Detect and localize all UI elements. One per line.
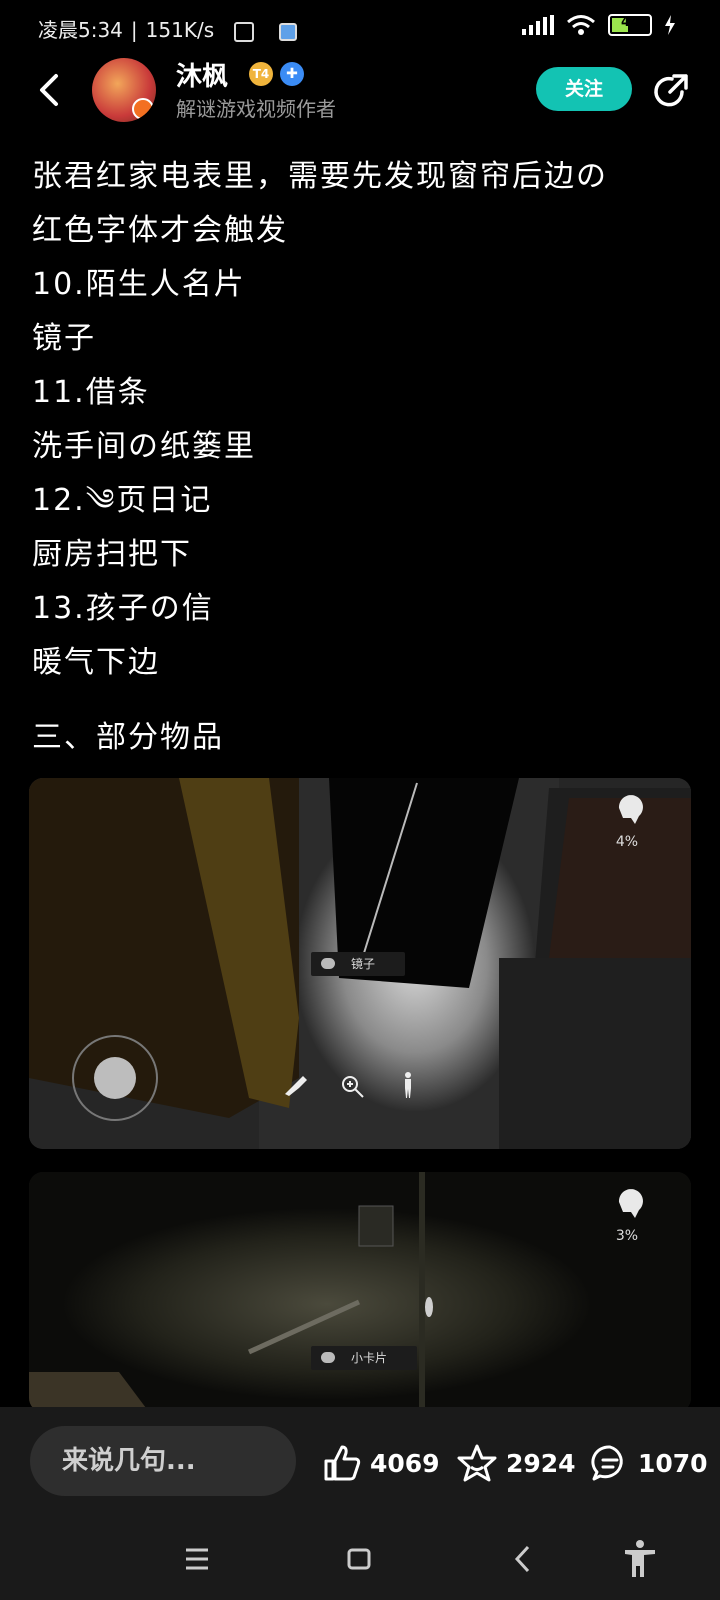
back-arrow-icon[interactable]: [32, 70, 66, 110]
favorite-button[interactable]: 2924: [456, 1443, 576, 1483]
app-notification-icon: [278, 22, 297, 41]
charging-icon: [665, 15, 675, 35]
comment-input[interactable]: 来说几句...: [30, 1426, 296, 1496]
speech-bubble-icon: [321, 1352, 335, 1363]
article-line: 红色字体才会触发: [32, 213, 288, 248]
share-icon[interactable]: [652, 72, 690, 110]
article-line: 13.孩子の信: [32, 591, 214, 626]
game-screenshot-1[interactable]: 4% 镜子: [29, 778, 691, 1149]
article-line: 暖气下边: [32, 645, 160, 680]
zoom-icon[interactable]: [340, 1074, 366, 1100]
menu-icon[interactable]: [184, 1539, 210, 1579]
article-line: 厨房扫把下: [32, 537, 192, 572]
item-tag[interactable]: 小卡片: [311, 1346, 418, 1370]
article-line: 10.陌生人名片: [32, 267, 246, 302]
item-tag-label: 小卡片: [351, 1351, 388, 1365]
verified-badge-icon: ✚: [280, 62, 304, 86]
item-tag[interactable]: 镜子: [311, 952, 406, 976]
status-divider: |: [130, 18, 138, 42]
status-time: 凌晨5:34: [38, 18, 123, 42]
like-count: 4069: [370, 1448, 440, 1478]
game-screenshot-2[interactable]: 3% 小卡片: [29, 1172, 691, 1412]
comment-count: 1070: [638, 1448, 708, 1478]
game-scene-2: [29, 1172, 691, 1412]
like-button[interactable]: 4069: [322, 1443, 440, 1483]
thumbs-up-icon: [324, 1445, 361, 1481]
level-badge-icon: T4: [249, 62, 273, 86]
sanity-head-icon: [618, 1189, 643, 1218]
item-tag-label: 镜子: [351, 957, 376, 971]
article-line: 11.借条: [32, 375, 150, 410]
status-left: 凌晨5:34 | 151K/s: [38, 14, 305, 43]
system-nav-bar: [0, 1517, 720, 1600]
article-line: 12.༄页日记: [32, 483, 213, 518]
article-line: 镜子: [32, 321, 96, 356]
sanity-head-icon: [618, 795, 643, 824]
status-bar: 凌晨5:34 | 151K/s 40: [0, 0, 720, 56]
status-right: 40: [520, 14, 676, 36]
accessibility-icon[interactable]: [622, 1539, 658, 1579]
author-name[interactable]: 沐枫: [176, 56, 228, 93]
author-avatar[interactable]: [92, 58, 156, 122]
wifi-icon: [567, 15, 595, 35]
favorite-count: 2924: [506, 1448, 576, 1478]
comment-bubble-icon: [591, 1445, 623, 1481]
home-square-icon[interactable]: [346, 1539, 372, 1579]
sanity-percent: 3%: [615, 1228, 639, 1244]
crouch-figure-icon[interactable]: [401, 1072, 415, 1098]
battery-icon: 40: [608, 14, 652, 36]
section-title: 三、部分物品: [32, 720, 224, 755]
article-line: 张君红家电表里，需要先发现窗帘后边の: [32, 159, 608, 194]
speech-bubble-icon: [321, 958, 335, 969]
author-subtitle: 解谜游戏视频作者: [176, 97, 336, 121]
article-body: 张君红家电表里，需要先发现窗帘后边の 红色字体才会触发 10.陌生人名片 镜子 …: [32, 150, 692, 756]
network-speed: 151K/s: [145, 18, 215, 42]
battery-level: 40: [620, 15, 640, 30]
article-line: 洗手间の纸篓里: [32, 429, 256, 464]
flashlight-icon[interactable]: [283, 1074, 309, 1096]
star-icon: [457, 1444, 497, 1482]
gallery-notification-icon: [234, 21, 255, 42]
follow-button[interactable]: 关注: [536, 67, 632, 111]
bottom-action-bar: 来说几句... 4069 2924 1070: [0, 1407, 720, 1517]
sanity-percent: 4%: [615, 834, 639, 850]
back-nav-icon[interactable]: [510, 1539, 536, 1579]
post-header: 沐枫 T4 ✚ 解谜游戏视频作者 关注: [0, 56, 720, 126]
signal-icon: [520, 15, 554, 35]
comment-button[interactable]: 1070: [590, 1443, 708, 1483]
avatar-badge-icon: [132, 98, 154, 120]
